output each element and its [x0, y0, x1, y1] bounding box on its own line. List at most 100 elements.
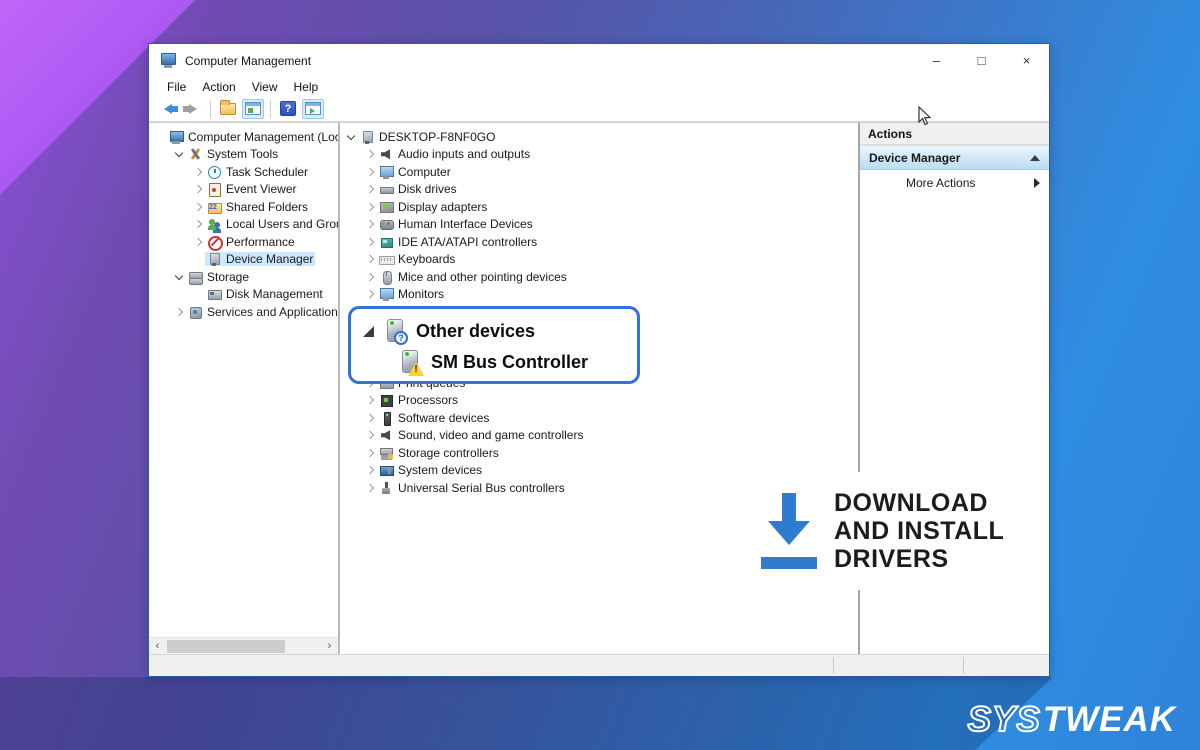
device-category-label: Human Interface Devices	[398, 217, 533, 231]
minimize-button[interactable]: –	[914, 44, 959, 77]
disk-drives-icon	[379, 182, 394, 196]
systweak-logo: SYSTWEAK	[968, 700, 1176, 740]
device-category-row[interactable]: Mice and other pointing devices	[340, 268, 569, 286]
menu-action[interactable]: Action	[194, 80, 243, 94]
chevron-icon[interactable]	[364, 236, 376, 248]
scroll-right-arrow[interactable]: ›	[321, 640, 338, 652]
scroll-left-arrow[interactable]: ‹	[149, 640, 166, 652]
chevron-icon[interactable]	[364, 429, 376, 441]
device-category-row[interactable]: Keyboards	[340, 251, 457, 269]
system-tools-icon	[188, 147, 203, 161]
chevron-icon[interactable]	[173, 271, 185, 283]
device-list-top: Audio inputs and outputs Computer	[340, 146, 858, 304]
tree-row[interactable]: Computer Management (Local	[149, 128, 340, 146]
actions-group-device-manager[interactable]: Device Manager	[860, 146, 1049, 170]
tree-row[interactable]: Storage	[149, 268, 251, 286]
chevron-icon[interactable]	[364, 271, 376, 283]
tree-row[interactable]: Event Viewer	[149, 181, 298, 199]
chevron-icon[interactable]	[364, 464, 376, 476]
chevron-icon[interactable]	[173, 148, 185, 160]
close-button[interactable]: ×	[1004, 44, 1049, 77]
storage-icon	[188, 270, 203, 284]
more-actions-label: More Actions	[906, 176, 975, 190]
device-category-row[interactable]: Disk drives	[340, 181, 459, 199]
device-category-row[interactable]: Audio inputs and outputs	[340, 146, 532, 164]
tree-item-label: Task Scheduler	[226, 165, 308, 179]
device-category-row[interactable]: System devices	[340, 462, 484, 480]
forward-button[interactable]	[182, 99, 204, 119]
tree-row[interactable]: Performance	[149, 233, 297, 251]
menu-file[interactable]: File	[159, 80, 194, 94]
chevron-icon[interactable]	[364, 412, 376, 424]
tree-row-root[interactable]: DESKTOP-F8NF0GO	[340, 128, 497, 146]
device-category-row[interactable]: IDE ATA/ATAPI controllers	[340, 233, 539, 251]
chevron-icon[interactable]	[173, 306, 185, 318]
device-category-row[interactable]: Human Interface Devices	[340, 216, 535, 234]
chevron-icon[interactable]	[364, 394, 376, 406]
menu-view[interactable]: View	[244, 80, 286, 94]
chevron-icon[interactable]	[364, 148, 376, 160]
menu-help[interactable]: Help	[286, 80, 327, 94]
chevron-icon[interactable]	[364, 447, 376, 459]
device-category-label: Monitors	[398, 287, 444, 301]
background: Computer Management – □ × File Action Vi…	[0, 0, 1200, 750]
back-button[interactable]	[157, 99, 179, 119]
device-category-row[interactable]: Storage controllers	[340, 444, 501, 462]
up-folder-button[interactable]	[217, 99, 239, 119]
chevron-icon[interactable]	[192, 236, 204, 248]
collapse-arrow-icon[interactable]	[1030, 155, 1040, 161]
warning-badge-icon	[408, 362, 424, 376]
download-arrow-icon	[759, 493, 819, 569]
action-pane-icon	[305, 102, 321, 115]
chevron-icon[interactable]	[364, 288, 376, 300]
tree-row[interactable]: Disk Management	[149, 286, 325, 304]
device-category-row[interactable]: Software devices	[340, 409, 491, 427]
device-category-row[interactable]: Monitors	[340, 286, 446, 304]
device-category-row[interactable]: Sound, video and game controllers	[340, 427, 585, 445]
tree-row[interactable]: Task Scheduler	[149, 163, 310, 181]
chevron-icon[interactable]	[364, 201, 376, 213]
chevron-icon[interactable]	[364, 166, 376, 178]
toolbar: ?	[149, 96, 1049, 122]
chevron-icon[interactable]	[192, 201, 204, 213]
audio-icon	[379, 147, 394, 161]
device-category-label: Processors	[398, 393, 458, 407]
tree-item-label: Shared Folders	[226, 200, 308, 214]
chevron-icon[interactable]	[192, 218, 204, 230]
chevron-icon[interactable]	[345, 131, 357, 143]
ide-ata-icon	[379, 235, 394, 249]
other-devices-row[interactable]: Other devices	[363, 316, 627, 347]
question-badge-icon	[394, 331, 408, 345]
scrollbar-thumb[interactable]	[167, 640, 285, 653]
system-devices-icon	[379, 463, 394, 477]
chevron-icon[interactable]	[192, 183, 204, 195]
tree-row[interactable]: Shared Folders	[149, 198, 310, 216]
device-category-label: Sound, video and game controllers	[398, 428, 583, 442]
device-category-row[interactable]: Computer	[340, 163, 453, 181]
tree-row[interactable]: Services and Applications	[149, 303, 340, 321]
chevron-icon[interactable]	[364, 482, 376, 494]
usb-controllers-icon	[379, 481, 394, 495]
chevron-icon[interactable]	[364, 218, 376, 230]
tree-row[interactable]: System Tools	[149, 146, 280, 164]
chevron-icon[interactable]	[364, 253, 376, 265]
console-tree-pane: Computer Management (Local System Tools	[149, 123, 340, 654]
tree-row[interactable]: Local Users and Groups	[149, 216, 340, 234]
action-pane-toggle-button[interactable]	[302, 99, 324, 119]
tree-row[interactable]: Device Manager	[149, 251, 315, 269]
device-category-row[interactable]: Universal Serial Bus controllers	[340, 479, 567, 497]
chevron-icon[interactable]	[364, 183, 376, 195]
actions-group-title: Device Manager	[869, 151, 960, 165]
console-tree-toggle-button[interactable]	[242, 99, 264, 119]
maximize-button[interactable]: □	[959, 44, 1004, 77]
expanded-triangle-icon[interactable]	[363, 326, 374, 337]
device-category-row[interactable]: Display adapters	[340, 198, 489, 216]
horizontal-scrollbar[interactable]: ‹ ›	[149, 637, 338, 654]
sm-bus-controller-row[interactable]: SM Bus Controller	[397, 347, 627, 378]
toolbar-separator	[210, 100, 211, 118]
help-icon: ?	[280, 101, 296, 116]
device-category-row[interactable]: Processors	[340, 392, 460, 410]
chevron-icon[interactable]	[192, 166, 204, 178]
help-button[interactable]: ?	[277, 99, 299, 119]
more-actions-item[interactable]: More Actions	[860, 170, 1049, 196]
